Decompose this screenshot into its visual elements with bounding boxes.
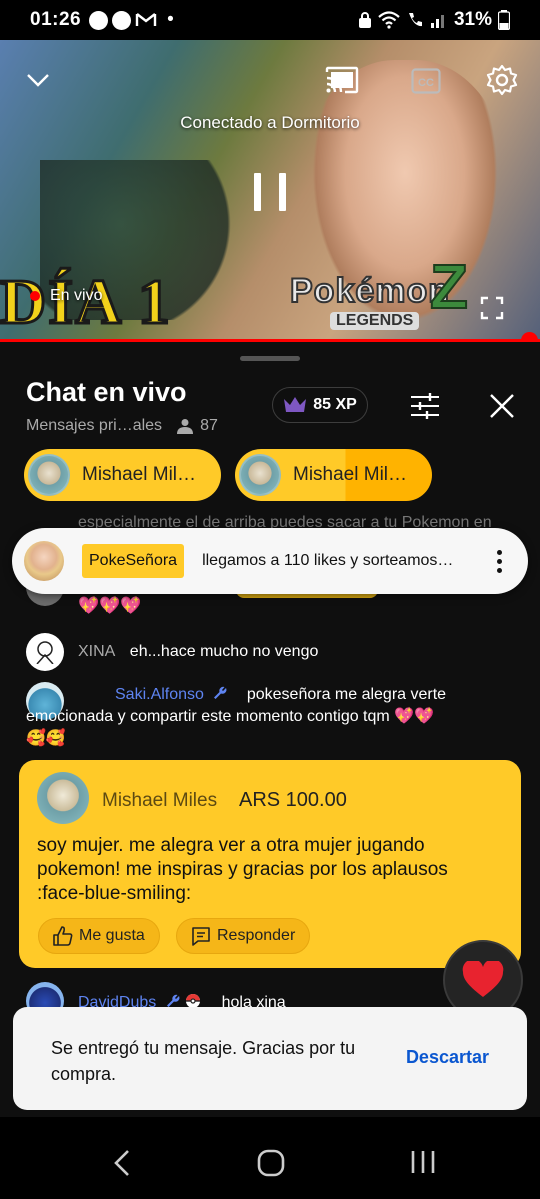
back-icon[interactable] [112,1149,132,1177]
recent-apps-icon[interactable] [410,1149,436,1175]
avatar [239,454,281,496]
reply-button[interactable]: Responder [176,918,311,954]
status-time: 01:26 [30,9,82,30]
live-indicator[interactable]: En vivo [30,287,102,305]
xp-badge-button[interactable]: 85 XP [272,387,368,423]
pause-button[interactable] [254,173,286,211]
notification-icons: • [89,9,174,31]
cast-icon[interactable] [324,62,360,98]
captions-icon[interactable]: CC [409,64,443,98]
live-label: En vivo [50,287,103,304]
avatar [26,633,64,671]
more-notifications-dot: • [167,9,174,30]
video-player[interactable]: DÍA 1 Pokémon LEGENDS Z CC Conectado a D… [0,40,540,342]
owner-badge[interactable]: PokeSeñora [82,544,185,578]
reply-comment-icon [192,927,210,946]
svg-text:CC: CC [418,77,434,89]
message-text-line3: 🥰🥰 [26,730,66,747]
pinned-message-text: llegamos a 110 likes y sorteamos… [202,552,454,569]
lock-icon [358,12,371,28]
heart-icon [462,961,504,997]
battery-percent: 31% [453,9,492,30]
signal-icon [430,15,444,28]
like-button[interactable]: Me gusta [38,918,160,954]
super-chat-author[interactable]: Mishael Miles [102,790,217,812]
system-navigation-bar [0,1117,540,1199]
chat-mode-selector[interactable]: Mensajes pri…ales 87 [26,417,218,435]
avatar [24,541,64,581]
pokemon-legends-logo: Pokémon LEGENDS Z [289,252,469,330]
close-icon[interactable] [486,390,518,422]
app-notification-icon [89,10,109,30]
status-bar: 01:26 • 31% [0,0,540,40]
chat-message[interactable]: XINA eh...hace mucho no vengo [26,633,318,671]
message-text: eh...hace mucho no vengo [129,643,319,660]
wifi-icon [378,11,400,29]
wrench-moderator-icon [214,686,227,699]
cast-status-text: Conectado a Dormitorio [180,113,360,132]
live-dot-icon [30,291,40,301]
super-chat-amount: ARS 100.00 [239,789,347,811]
super-chat-text: soy mujer. me alegra ver a otra mujer ju… [37,835,448,904]
dismiss-button[interactable]: Descartar [406,1047,489,1068]
super-chat-card[interactable]: Mishael Miles ARS 100.00 soy mujer. me a… [19,760,521,968]
chat-mode-label: Mensajes pri…ales [26,417,163,434]
super-chat-chip[interactable]: Mishael Mil… [235,449,432,501]
emoji-line: 💖💖💖 [78,596,142,615]
message-text-line2: emocionada y compartir este momento cont… [26,708,435,725]
purchase-confirmation-snackbar: Se entregó tu mensaje. Gracias por tu co… [13,1007,527,1110]
person-icon [177,419,194,434]
drag-handle[interactable] [240,356,300,361]
chat-message[interactable]: Saki.Alfonso pokeseñora me alegra verte … [26,682,538,747]
minimize-chevron-icon[interactable] [24,66,52,94]
avatar [28,454,70,496]
snackbar-message: Se entregó tu mensaje. Gracias por tu co… [51,1038,356,1084]
message-author[interactable]: XINA [78,643,115,660]
fullscreen-icon[interactable] [478,294,506,322]
app-notification-icon-2 [112,10,132,30]
battery-icon [498,10,510,30]
wifi-calling-icon [408,13,422,27]
chat-title: Chat en vivo [26,377,187,407]
viewer-count: 87 [176,417,218,435]
message-text-line1: pokeseñora me alegra verte [246,686,447,703]
thumbs-up-icon [53,926,73,946]
home-icon[interactable] [257,1149,285,1177]
more-vert-icon[interactable] [497,549,502,573]
crown-icon [284,397,307,412]
chat-filter-sliders-icon[interactable] [409,390,441,422]
avatar [37,772,89,824]
settings-gear-icon[interactable] [484,62,520,98]
super-chat-chip[interactable]: Mishael Mil… [24,449,221,501]
message-author[interactable]: Saki.Alfonso [115,686,204,703]
super-chat-ticker: Mishael Mil… Mishael Mil… [24,449,432,501]
progress-scrubber[interactable] [521,332,538,342]
gmail-icon [135,13,157,26]
pinned-message-banner[interactable]: PokeSeñora llegamos a 110 likes y sortea… [12,528,528,594]
